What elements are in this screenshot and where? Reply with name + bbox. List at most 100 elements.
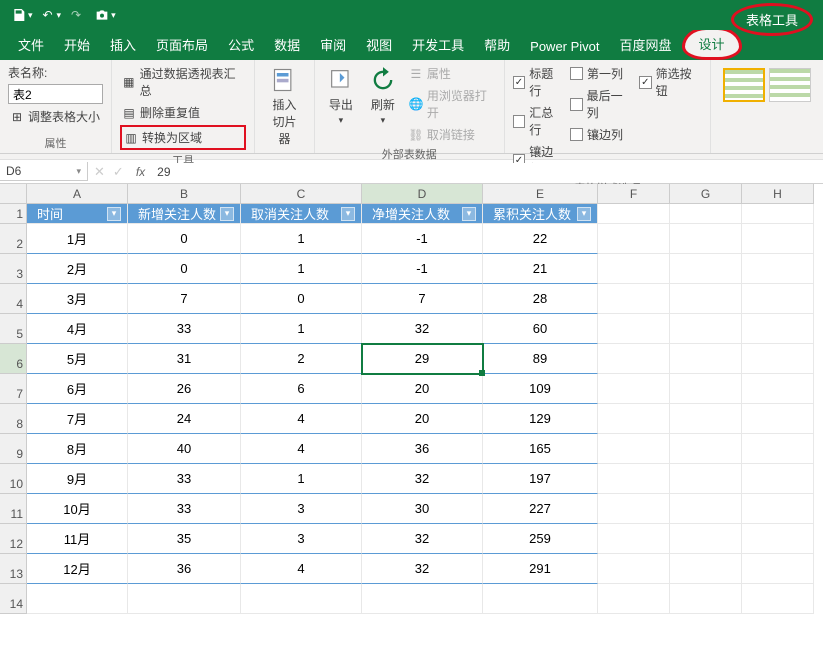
cell-C11[interactable]: 3 [241,494,362,524]
cell-A5[interactable]: 4月 [27,314,128,344]
cell-E2[interactable]: 22 [483,224,598,254]
row-header[interactable]: 7 [0,374,27,404]
undo-dropdown-icon[interactable]: ▾ [57,10,62,21]
cell-H9[interactable] [742,434,814,464]
cell-D14[interactable] [362,584,483,614]
cell-B2[interactable]: 0 [128,224,241,254]
check-banded-columns[interactable]: 镶边列 [570,125,633,144]
column-header-H[interactable]: H [742,184,814,204]
camera-dropdown-icon[interactable]: ▾ [111,10,116,21]
check-filter-button[interactable]: ✓筛选按钮 [639,64,702,100]
select-all-corner[interactable] [0,184,27,204]
enter-formula-icon[interactable]: ✓ [113,164,124,180]
cell-B1[interactable]: 新增关注人数▾ [128,204,241,224]
filter-dropdown-icon[interactable]: ▾ [577,207,591,221]
tab-review[interactable]: 审阅 [310,29,356,60]
cell-G9[interactable] [670,434,742,464]
cell-F8[interactable] [598,404,670,434]
row-header[interactable]: 9 [0,434,27,464]
convert-to-range-button[interactable]: ▥ 转换为区域 [120,125,246,150]
cell-B7[interactable]: 26 [128,374,241,404]
cell-D3[interactable]: -1 [362,254,483,284]
row-header[interactable]: 13 [0,554,27,584]
cell-E3[interactable]: 21 [483,254,598,284]
check-header-row[interactable]: ✓标题行 [513,64,564,100]
row-header[interactable]: 3 [0,254,27,284]
qat-dropdown-icon[interactable]: ▾ [28,10,33,21]
cell-B13[interactable]: 36 [128,554,241,584]
filter-dropdown-icon[interactable]: ▾ [220,207,234,221]
tab-developer[interactable]: 开发工具 [402,29,474,60]
cell-G6[interactable] [670,344,742,374]
cell-D7[interactable]: 20 [362,374,483,404]
column-header-E[interactable]: E [483,184,598,204]
cell-G5[interactable] [670,314,742,344]
cell-E14[interactable] [483,584,598,614]
cell-C2[interactable]: 1 [241,224,362,254]
cell-C4[interactable]: 0 [241,284,362,314]
filter-dropdown-icon[interactable]: ▾ [462,207,476,221]
row-header[interactable]: 1 [0,204,27,224]
cell-H12[interactable] [742,524,814,554]
cell-F6[interactable] [598,344,670,374]
tab-help[interactable]: 帮助 [474,29,520,60]
cell-G7[interactable] [670,374,742,404]
tab-insert[interactable]: 插入 [100,29,146,60]
cell-F4[interactable] [598,284,670,314]
cell-C6[interactable]: 2 [241,344,362,374]
cell-H2[interactable] [742,224,814,254]
cell-C5[interactable]: 1 [241,314,362,344]
name-box[interactable]: D6 ▾ [0,162,88,181]
column-header-F[interactable]: F [598,184,670,204]
cell-D13[interactable]: 32 [362,554,483,584]
cell-B4[interactable]: 7 [128,284,241,314]
cell-E7[interactable]: 109 [483,374,598,404]
cell-D9[interactable]: 36 [362,434,483,464]
cell-D6[interactable]: 29 [362,344,483,374]
tab-data[interactable]: 数据 [264,29,310,60]
cell-B6[interactable]: 31 [128,344,241,374]
column-header-D[interactable]: D [362,184,483,204]
cell-E6[interactable]: 89 [483,344,598,374]
cell-E13[interactable]: 291 [483,554,598,584]
cell-D8[interactable]: 20 [362,404,483,434]
row-header[interactable]: 14 [0,584,27,614]
cell-H7[interactable] [742,374,814,404]
cell-A4[interactable]: 3月 [27,284,128,314]
filter-dropdown-icon[interactable]: ▾ [107,207,121,221]
cell-B11[interactable]: 33 [128,494,241,524]
cell-H1[interactable] [742,204,814,224]
cell-B9[interactable]: 40 [128,434,241,464]
cell-A7[interactable]: 6月 [27,374,128,404]
cell-A6[interactable]: 5月 [27,344,128,374]
cell-C10[interactable]: 1 [241,464,362,494]
cell-G2[interactable] [670,224,742,254]
row-header[interactable]: 8 [0,404,27,434]
cell-E10[interactable]: 197 [483,464,598,494]
cell-A3[interactable]: 2月 [27,254,128,284]
cell-G13[interactable] [670,554,742,584]
cell-C13[interactable]: 4 [241,554,362,584]
cell-C7[interactable]: 6 [241,374,362,404]
cell-G8[interactable] [670,404,742,434]
cell-C3[interactable]: 1 [241,254,362,284]
cell-F14[interactable] [598,584,670,614]
cell-B3[interactable]: 0 [128,254,241,284]
cell-H14[interactable] [742,584,814,614]
cell-H10[interactable] [742,464,814,494]
cell-H13[interactable] [742,554,814,584]
cell-E1[interactable]: 累积关注人数▾ [483,204,598,224]
cell-G11[interactable] [670,494,742,524]
cell-A10[interactable]: 9月 [27,464,128,494]
cell-E4[interactable]: 28 [483,284,598,314]
cell-H11[interactable] [742,494,814,524]
cell-H4[interactable] [742,284,814,314]
table-name-input[interactable] [8,84,103,104]
check-last-column[interactable]: 最后一列 [570,86,633,122]
cell-F1[interactable] [598,204,670,224]
cell-C8[interactable]: 4 [241,404,362,434]
export-button[interactable]: 导出 ▾ [323,64,359,128]
cell-F10[interactable] [598,464,670,494]
cell-C14[interactable] [241,584,362,614]
row-header[interactable]: 11 [0,494,27,524]
